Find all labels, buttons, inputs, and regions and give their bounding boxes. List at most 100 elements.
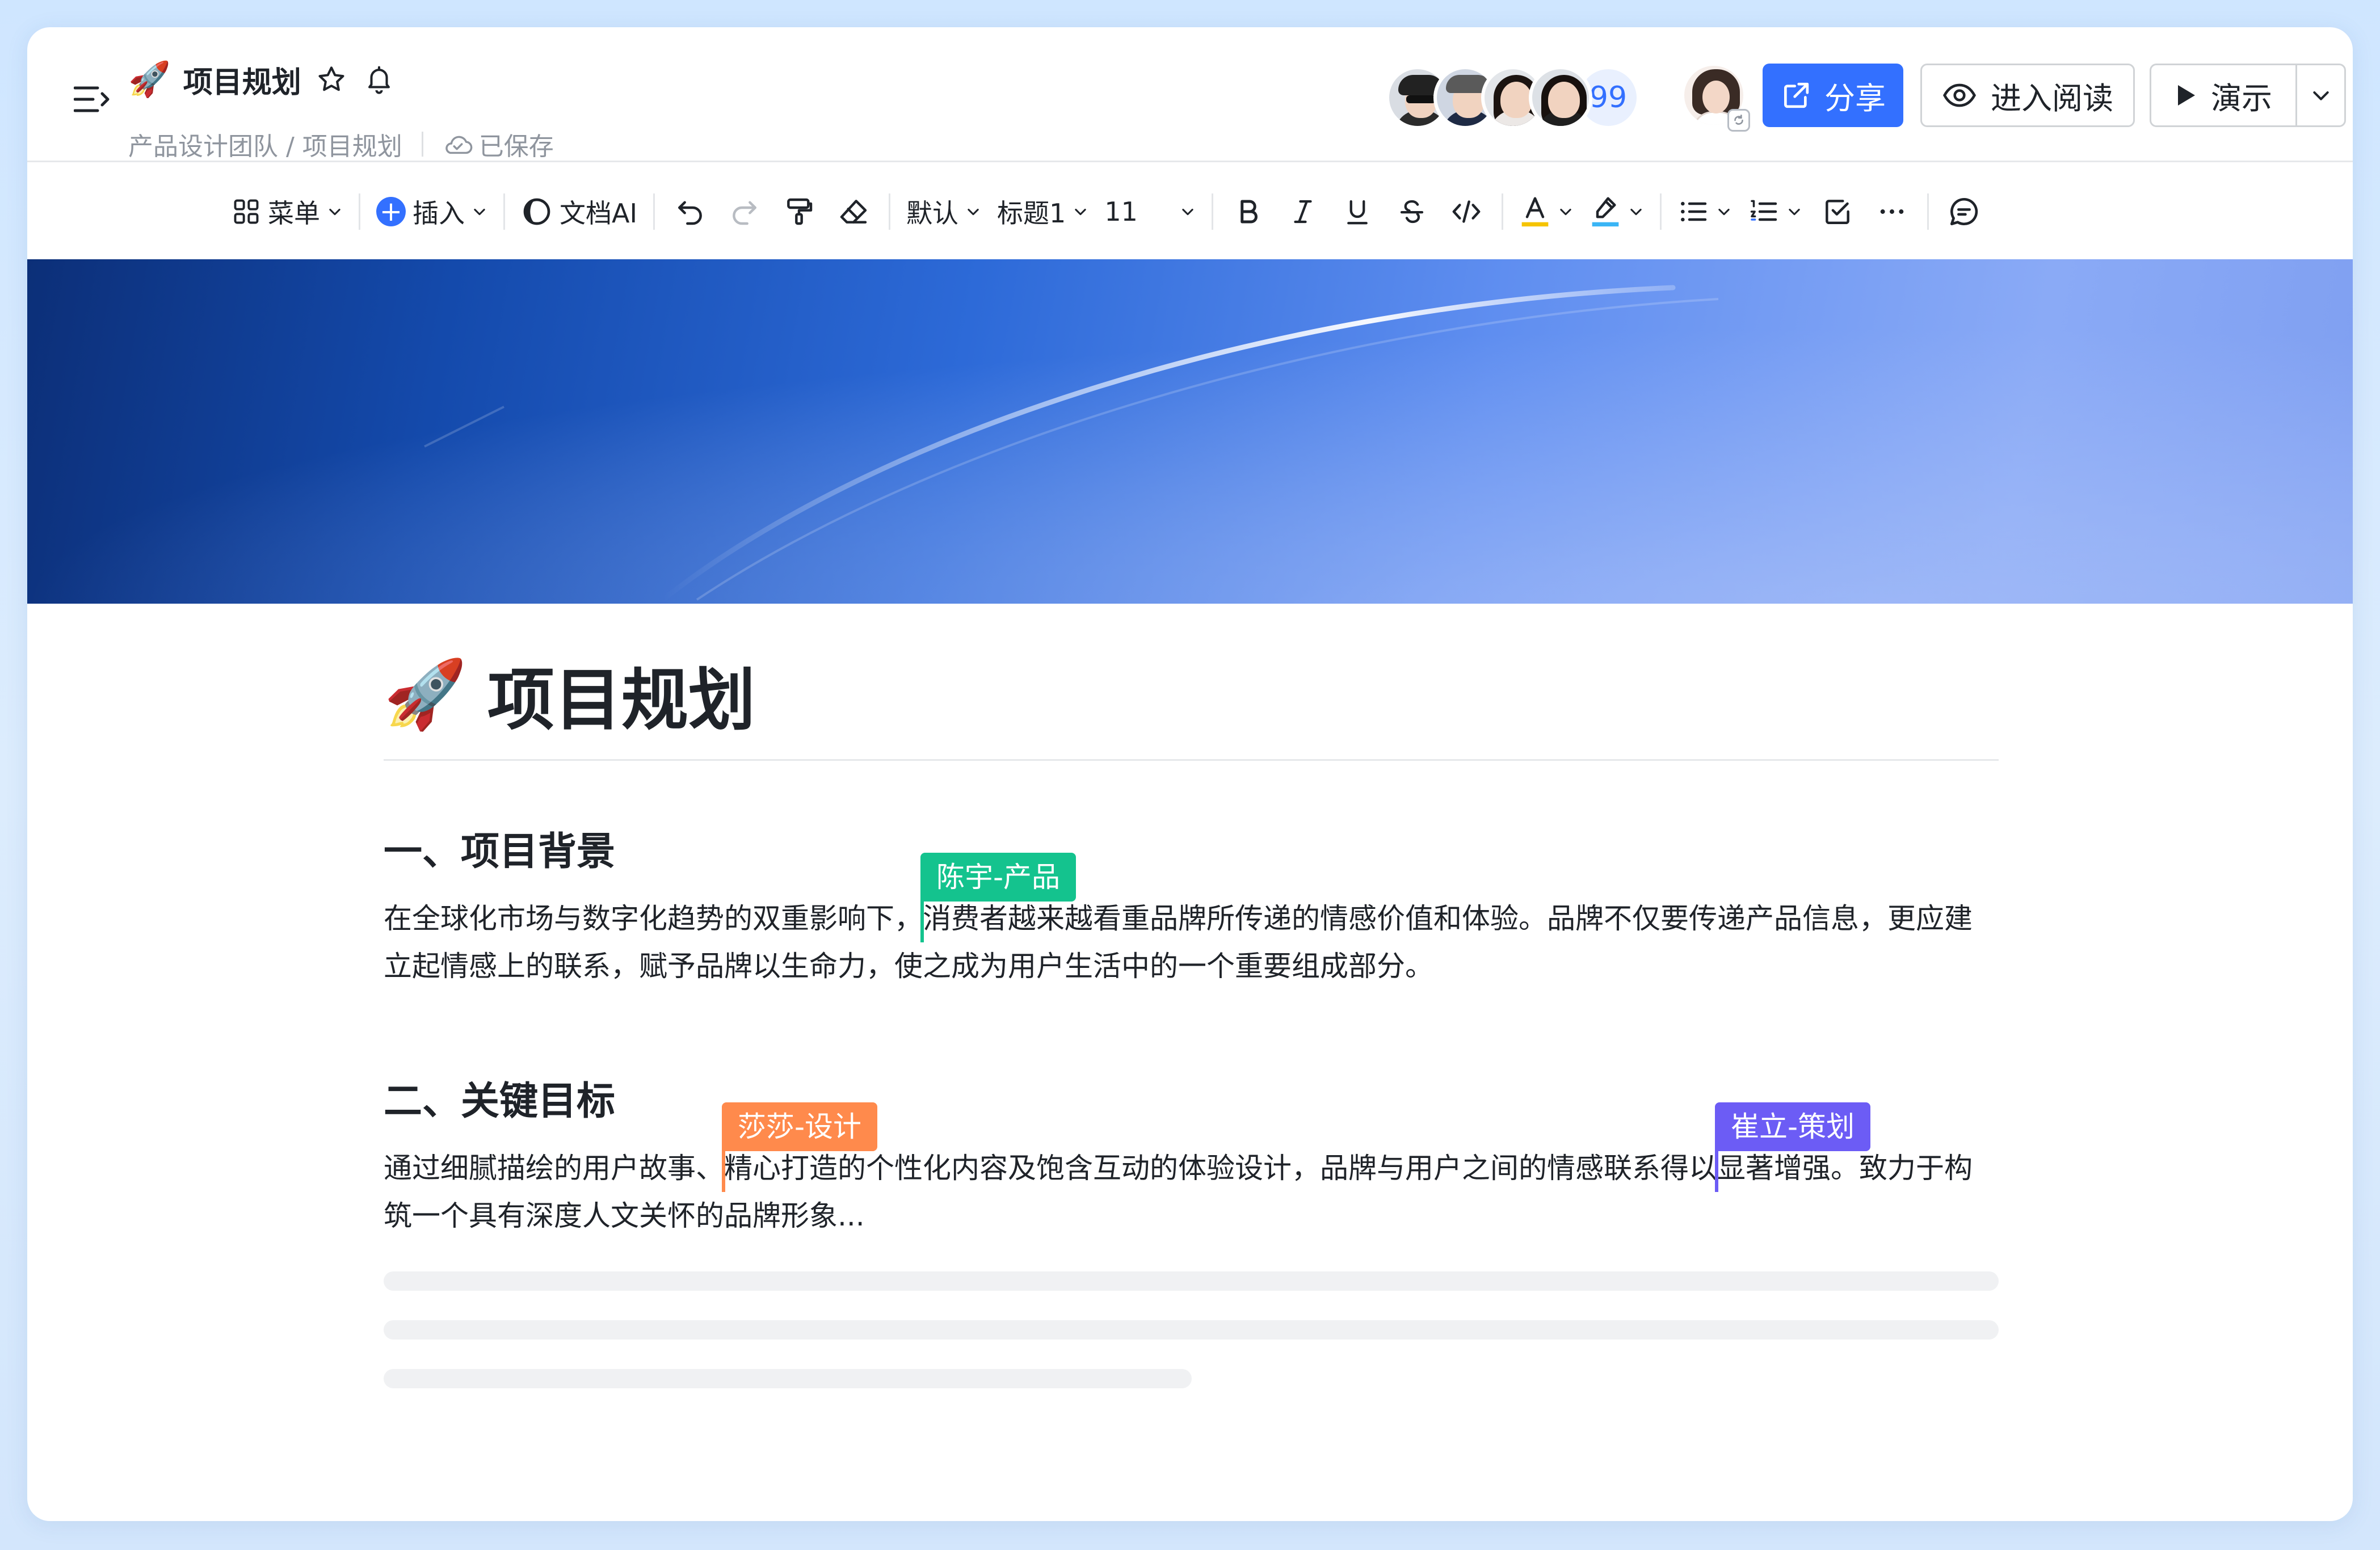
heading-select[interactable]: 标题1 — [989, 186, 1096, 237]
undo-icon — [678, 201, 702, 225]
toolbar-divider — [503, 193, 505, 230]
cover-image[interactable] — [27, 259, 2353, 604]
bell-icon[interactable] — [361, 62, 397, 97]
eraser-icon — [840, 200, 867, 224]
toolbar-divider — [653, 193, 655, 230]
paragraph-text: 精心打造的个性化内容及饱含互动的体验设计，品牌与用户之间的情感联系得以 — [724, 1152, 1717, 1185]
star-icon[interactable] — [314, 62, 349, 97]
doc-header: 🚀 项目规划 产品设计团队 / 项目规划 已保存 99 分享 进入阅读 演示 — [27, 27, 2353, 162]
strikethrough-icon — [1400, 200, 1424, 224]
section-paragraph[interactable]: 通过细腻描绘的用户故事、 莎莎-设计 精心打造的个性化内容及饱含互动的体验设计，品牌… — [384, 1102, 1999, 1240]
title-divider — [384, 759, 1999, 761]
text-color-icon — [1521, 197, 1549, 227]
task-list-button[interactable] — [1810, 184, 1865, 239]
highlighter-icon — [1592, 197, 1619, 227]
rocket-icon: 🚀 — [384, 655, 467, 733]
toolbar-divider — [889, 193, 891, 230]
font-style-select[interactable]: 默认 — [898, 186, 989, 237]
share-icon — [1784, 82, 1809, 108]
breadcrumb[interactable]: 产品设计团队 / 项目规划 — [128, 126, 402, 162]
bold-button[interactable] — [1221, 184, 1276, 239]
chevron-down-icon — [1182, 208, 1193, 216]
undo-button[interactable] — [663, 184, 717, 239]
heading-value: 标题1 — [997, 198, 1066, 229]
toolbar-divider — [1927, 193, 1929, 230]
sidebar-toggle-icon[interactable] — [73, 79, 112, 119]
share-label: 分享 — [1824, 80, 1886, 116]
font-size-value: 11 — [1104, 196, 1138, 227]
bullet-list-button[interactable] — [1670, 186, 1740, 237]
share-button[interactable]: 分享 — [1763, 64, 1903, 127]
loading-skeleton-line — [384, 1271, 1999, 1291]
chevron-down-icon — [1789, 208, 1800, 216]
redo-button[interactable] — [717, 184, 772, 239]
chevron-down-icon — [1630, 208, 1642, 216]
cloud-check-icon — [445, 136, 473, 154]
redo-icon — [733, 201, 756, 225]
formatting-toolbar: 菜单 + 插入 文档AI 默认 标题1 11 — [27, 164, 2353, 259]
collaborator-avatars[interactable]: 99 — [1386, 64, 1640, 132]
format-painter-button[interactable] — [772, 184, 826, 239]
inline-code-button[interactable] — [1439, 184, 1494, 239]
highlight-color-button[interactable] — [1582, 186, 1652, 237]
doc-title[interactable]: 项目规划 — [183, 58, 301, 101]
read-mode-label: 进入阅读 — [1991, 80, 2113, 116]
present-options-dropdown[interactable] — [2295, 65, 2344, 125]
section-heading[interactable]: 一、项目背景 — [384, 822, 1999, 874]
document-title[interactable]: 🚀 项目规划 — [384, 651, 1999, 739]
cursor-caret — [1715, 1149, 1718, 1192]
clear-format-button[interactable] — [826, 184, 881, 239]
code-icon — [1452, 200, 1481, 223]
underline-icon — [1347, 200, 1368, 225]
toolbar-divider — [1659, 193, 1662, 230]
plus-icon: + — [376, 197, 406, 226]
checkbox-icon — [1825, 200, 1849, 225]
insert-button[interactable]: + 插入 — [368, 186, 495, 237]
doc-ai-button[interactable]: 文档AI — [513, 186, 645, 237]
italic-button[interactable] — [1276, 184, 1330, 239]
document-body: 🚀 项目规划 一、项目背景 在全球化市场与数字化趋势的双重影响下， 陈宇-产品 消费… — [384, 651, 1999, 1388]
chevron-down-icon — [1718, 208, 1730, 216]
section-paragraph[interactable]: 在全球化市场与数字化趋势的双重影响下， 陈宇-产品 消费者越来越看重品牌所传递的情感… — [384, 853, 1999, 990]
toolbar-divider — [1211, 193, 1213, 230]
present-button[interactable]: 演示 — [2151, 65, 2295, 125]
present-label: 演示 — [2211, 80, 2272, 116]
save-status: 已保存 — [443, 126, 554, 162]
menu-label: 菜单 — [268, 198, 320, 229]
divider — [421, 132, 423, 157]
cursor-name-tag: 陈宇-产品 — [920, 853, 1077, 902]
strikethrough-button[interactable] — [1385, 184, 1439, 239]
chevron-down-icon — [474, 208, 485, 216]
toolbar-divider — [1501, 193, 1503, 230]
play-icon — [2178, 85, 2195, 106]
more-options-button[interactable] — [1865, 184, 1919, 239]
menu-button[interactable]: 菜单 — [224, 186, 351, 237]
numbered-list-icon — [1750, 200, 1777, 221]
chevron-down-icon — [968, 208, 979, 216]
grid-icon — [234, 199, 259, 224]
doc-sub-row: 产品设计团队 / 项目规划 已保存 — [128, 126, 554, 162]
numbered-list-button[interactable] — [1740, 186, 1810, 237]
paragraph-text: 通过细腻描绘的用户故事、 — [384, 1152, 724, 1185]
document-title-text: 项目规划 — [487, 660, 755, 739]
eye-icon — [1943, 83, 1976, 107]
text-color-button[interactable] — [1511, 186, 1582, 237]
format-painter-icon — [787, 198, 813, 225]
bold-icon — [1241, 200, 1258, 224]
underline-button[interactable] — [1330, 184, 1385, 239]
font-style-value: 默认 — [906, 198, 959, 229]
comment-button[interactable] — [1937, 184, 1991, 239]
insert-label: 插入 — [413, 198, 465, 229]
present-button-group: 演示 — [2150, 64, 2346, 127]
more-icon — [1880, 209, 1904, 214]
font-size-select[interactable]: 11 — [1096, 186, 1204, 237]
avatar[interactable] — [1529, 66, 1592, 129]
doc-title-row: 🚀 项目规划 — [128, 57, 397, 102]
ai-icon — [523, 198, 550, 225]
doc-ai-label: 文档AI — [560, 198, 638, 229]
chevron-down-icon — [2312, 91, 2329, 100]
toolbar-divider — [359, 193, 360, 230]
loading-skeleton-line — [384, 1320, 1999, 1340]
cursor-name-tag: 崔立-策划 — [1715, 1102, 1871, 1151]
read-mode-button[interactable]: 进入阅读 — [1920, 64, 2135, 127]
